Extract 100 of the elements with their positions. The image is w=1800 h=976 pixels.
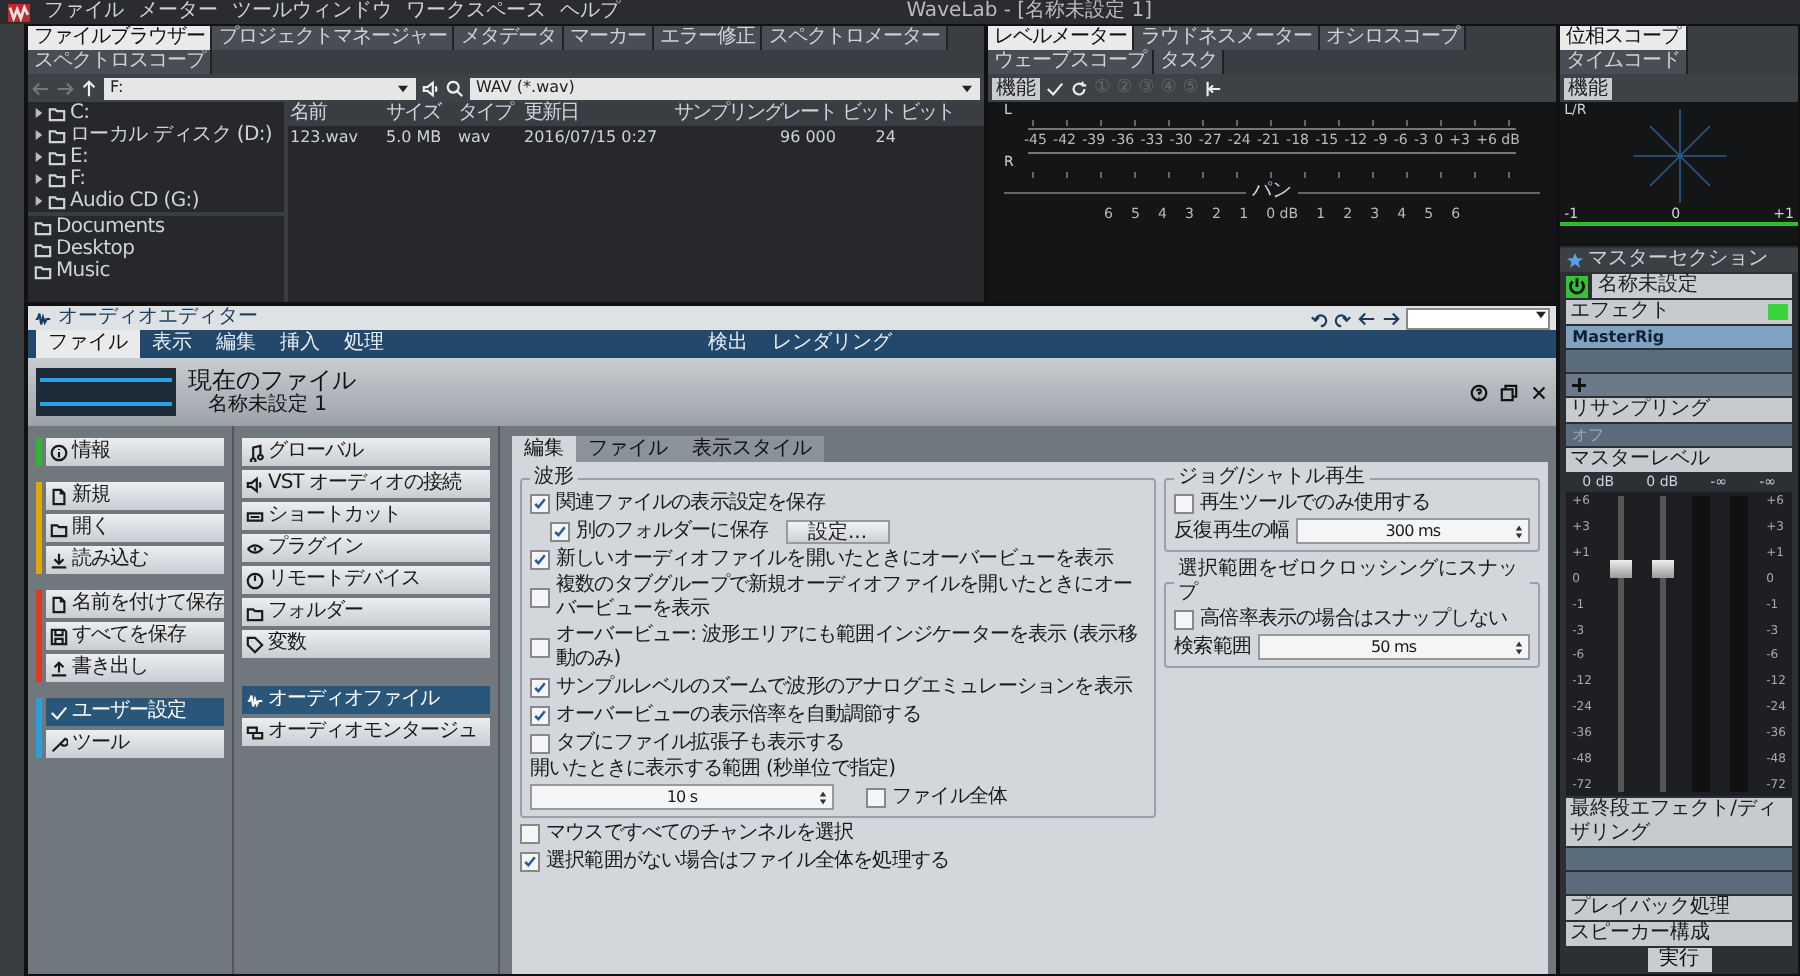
settings-category-button[interactable]: VST オーディオの接続 <box>241 470 490 498</box>
menu-item[interactable]: ファイル <box>44 0 124 24</box>
power-icon[interactable] <box>1566 275 1589 297</box>
checkmark-icon[interactable] <box>1045 79 1064 97</box>
settings-tab[interactable]: 編集 <box>511 436 576 462</box>
settings-tab[interactable]: 表示スタイル <box>679 436 824 462</box>
drive-item[interactable]: E: <box>27 146 284 168</box>
nav-button[interactable]: 開く <box>45 514 224 542</box>
checkbox[interactable] <box>519 851 540 871</box>
ribbon-tab[interactable]: レンダリング <box>759 330 904 358</box>
ribbon-tab[interactable]: 検出 <box>695 330 760 358</box>
column-header[interactable]: タイプ <box>455 102 522 126</box>
ribbon-tab[interactable]: 処理 <box>331 330 396 358</box>
function-button[interactable]: 機能 <box>991 77 1040 99</box>
panel-tab[interactable]: タイムコード <box>1560 50 1689 74</box>
effects-toggle[interactable] <box>1767 304 1788 320</box>
path-dropdown[interactable]: F: <box>103 77 416 99</box>
nav-button[interactable]: 名前を付けて保存 <box>45 590 224 618</box>
function-button[interactable]: 機能 <box>1564 77 1613 99</box>
folder-item[interactable]: Music <box>27 260 284 282</box>
menu-item[interactable]: ワークスペース <box>406 0 546 24</box>
nav-button[interactable]: 読み込む <box>45 546 224 574</box>
section-header[interactable]: スピーカー構成 <box>1566 922 1792 946</box>
panel-tab[interactable]: ラウドネスメーター <box>1134 26 1320 50</box>
checkbox[interactable] <box>529 705 550 725</box>
checkbox[interactable] <box>529 549 550 569</box>
file-type-dropdown[interactable]: WAV (*.wav) <box>469 77 980 99</box>
preset-field[interactable]: 名称未設定 <box>1592 274 1792 298</box>
menu-item[interactable]: ツールウィンドウ <box>232 0 392 24</box>
checkbox[interactable] <box>529 588 550 608</box>
fader-handle[interactable] <box>1651 560 1674 579</box>
nav-button[interactable]: 書き出し <box>45 654 224 682</box>
forward-arrow-icon[interactable] <box>1382 309 1401 327</box>
ribbon-tab[interactable]: 挿入 <box>267 330 332 358</box>
column-header[interactable]: 更新日 <box>521 102 666 126</box>
settings-category-button[interactable]: プラグイン <box>241 534 490 562</box>
panel-tab[interactable]: ファイルブラウザー <box>27 26 213 50</box>
section-header[interactable]: エフェクト <box>1566 300 1792 324</box>
checkbox[interactable] <box>529 493 550 513</box>
column-header[interactable]: サイズ <box>383 102 456 126</box>
ribbon-tab[interactable]: 表示 <box>139 330 204 358</box>
settings-category-button[interactable]: フォルダー <box>241 598 490 626</box>
spin-field[interactable]: 50 ms <box>1257 634 1531 660</box>
checkbox[interactable] <box>529 638 550 658</box>
settings-category-button[interactable]: オーディオモンタージュ <box>241 718 490 746</box>
arrow-to-bar-icon[interactable] <box>1204 79 1223 97</box>
speaker-icon[interactable] <box>421 79 440 97</box>
ribbon-tab[interactable]: ファイル <box>35 330 140 358</box>
drive-item[interactable]: C: <box>27 102 284 124</box>
section-header[interactable]: リサンプリング <box>1566 398 1792 422</box>
panel-tab[interactable]: レベルメーター <box>987 26 1135 50</box>
checkbox[interactable] <box>549 521 570 541</box>
close-icon[interactable] <box>1530 383 1549 401</box>
settings-tab[interactable]: ファイル <box>575 436 680 462</box>
range-spin-field[interactable]: 10 s <box>529 784 834 810</box>
checkbox[interactable] <box>519 823 540 843</box>
section-header[interactable]: プレイバック処理 <box>1566 896 1792 920</box>
nav-button[interactable]: ツール <box>45 730 224 758</box>
checkbox[interactable] <box>529 733 550 753</box>
panel-tab[interactable]: タスク <box>1153 50 1225 74</box>
folder-item[interactable]: Documents <box>27 216 284 238</box>
panel-tab[interactable]: スペクトロメーター <box>762 26 948 50</box>
search-icon[interactable] <box>445 79 464 97</box>
drive-item[interactable]: ローカル ディスク (D:) <box>27 124 284 146</box>
settings-category-button[interactable]: 変数 <box>241 630 490 658</box>
panel-tab[interactable]: ウェーブスコープ <box>987 50 1154 74</box>
settings-category-button[interactable]: グローバル <box>241 438 490 466</box>
spin-field[interactable]: 300 ms <box>1295 518 1531 544</box>
nav-button[interactable]: ユーザー設定 <box>45 698 224 726</box>
spin-arrows-icon[interactable] <box>817 789 828 805</box>
spin-arrows-icon[interactable] <box>1514 639 1525 655</box>
restore-icon[interactable] <box>1500 383 1519 401</box>
panel-tab[interactable]: エラー修正 <box>653 26 763 50</box>
panel-tab[interactable]: 位相スコープ <box>1560 26 1689 50</box>
folder-item[interactable]: Desktop <box>27 238 284 260</box>
column-header[interactable]: 名前 <box>287 102 384 126</box>
column-header[interactable]: サンプリングレート <box>665 102 838 126</box>
drive-item[interactable]: Audio CD (G:) <box>27 190 284 212</box>
nav-button[interactable]: 情報 <box>45 438 224 466</box>
nav-button[interactable]: 新規 <box>45 482 224 510</box>
settings-category-button[interactable]: ショートカット <box>241 502 490 530</box>
ribbon-tab[interactable]: 編集 <box>203 330 268 358</box>
checkbox[interactable] <box>865 787 886 807</box>
help-icon[interactable] <box>1470 383 1489 401</box>
settings-category-button[interactable]: オーディオファイル <box>241 686 490 714</box>
column-header[interactable]: ビット <box>837 102 898 126</box>
drive-item[interactable]: F: <box>27 168 284 190</box>
panel-tab[interactable]: プロジェクトマネージャー <box>212 26 455 50</box>
settings-category-button[interactable]: リモートデバイス <box>241 566 490 594</box>
checkbox[interactable] <box>529 677 550 697</box>
fader-handle[interactable] <box>1610 560 1633 579</box>
panel-tab[interactable]: メタデータ <box>454 26 564 50</box>
undo-icon[interactable] <box>1310 309 1329 327</box>
up-arrow-icon[interactable] <box>79 79 98 97</box>
checkbox[interactable] <box>1174 609 1195 629</box>
reset-icon[interactable] <box>1069 79 1088 97</box>
menu-item[interactable]: メーター <box>138 0 218 24</box>
checkbox[interactable] <box>1174 493 1195 513</box>
redo-icon[interactable] <box>1334 309 1353 327</box>
back-arrow-icon[interactable] <box>1358 309 1377 327</box>
